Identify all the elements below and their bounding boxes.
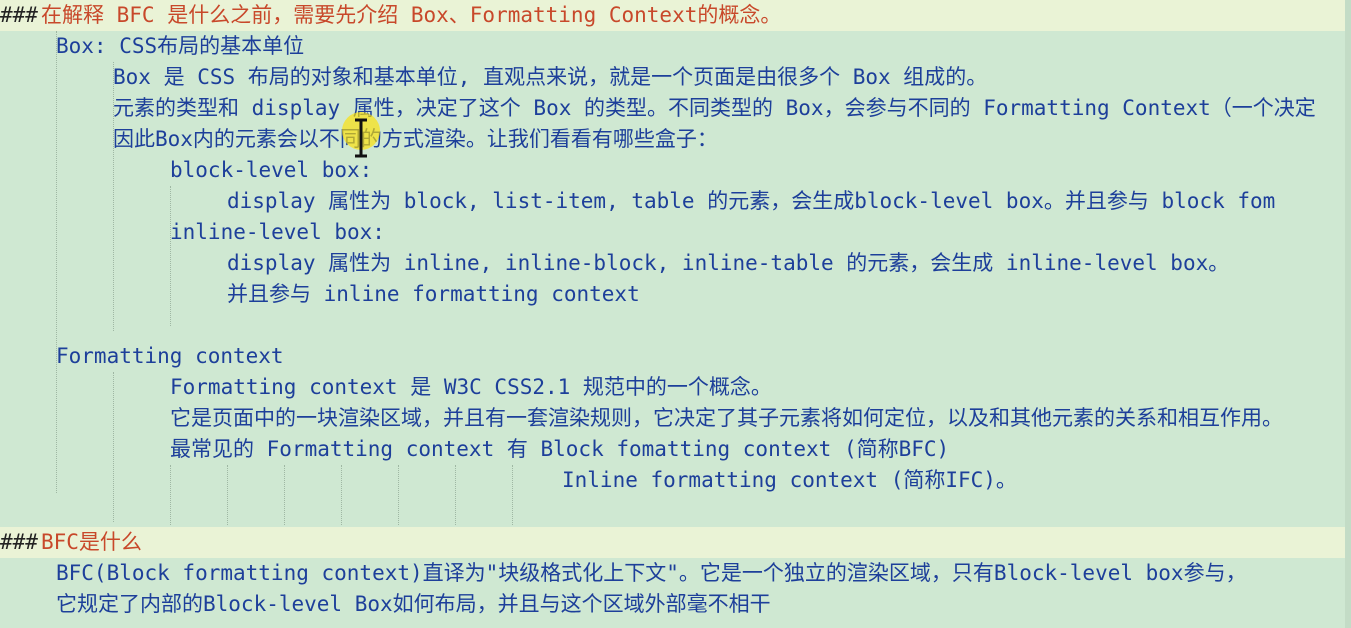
line-text: Inline formatting context (简称IFC)。 [562,468,1017,492]
line-text: display 属性为 block, list-item, table 的元素，… [227,189,1276,213]
text-line[interactable]: BFC(Block formatting context)直译为"块级格式化上下… [0,558,1351,589]
text-line[interactable]: Box 是 CSS 布局的对象和基本单位, 直观点来说，就是一个页面是由很多个 … [0,62,1351,93]
text-line[interactable]: 元素的类型和 display 属性，决定了这个 Box 的类型。不同类型的 Bo… [0,93,1351,124]
line-text: 因此Box内的元素会以不同的方式渲染。让我们看看有哪些盒子： [113,127,718,151]
line-text: inline-level box: [170,220,385,244]
line-text: 它是页面中的一块渲染区域，并且有一套渲染规则，它决定了其子元素将如何定位，以及和… [170,406,1283,430]
text-editor[interactable]: ### 在解释 BFC 是什么之前，需要先介绍 Box、Formatting Co… [0,0,1351,628]
text-line[interactable]: 并且参与 inline formatting context [0,279,1351,310]
text-line[interactable]: 因此Box内的元素会以不同的方式渲染。让我们看看有哪些盒子： [0,124,1351,155]
text-cursor-icon [355,118,367,158]
line-text: Box 是 CSS 布局的对象和基本单位, 直观点来说，就是一个页面是由很多个 … [113,65,988,89]
heading-line-1[interactable]: ### 在解释 BFC 是什么之前，需要先介绍 Box、Formatting Co… [0,0,1351,31]
line-text: display 属性为 inline, inline-block, inline… [227,251,1230,275]
line-text: 它规定了内部的Block-level Box如何布局，并且与这个区域外部毫不相干 [56,592,771,616]
line-text: 元素的类型和 display 属性，决定了这个 Box 的类型。不同类型的 Bo… [113,96,1316,120]
line-text: 最常见的 Formatting context 有 Block fomattin… [170,437,950,461]
line-text: 并且参与 inline formatting context [227,282,640,306]
line-text: Box: CSS布局的基本单位 [56,34,305,58]
text-line[interactable]: 最常见的 Formatting context 有 Block fomattin… [0,434,1351,465]
line-text: BFC(Block formatting context)直译为"块级格式化上下… [56,561,1247,585]
line-text: Formatting context [56,344,284,368]
text-line[interactable]: inline-level box: [0,217,1351,248]
line-text: Formatting context 是 W3C CSS2.1 规范中的一个概念… [170,375,772,399]
heading-text: 在解释 BFC 是什么之前，需要先介绍 Box、Formatting Conte… [41,3,782,27]
heading-text: BFC是什么 [41,530,142,554]
line-text: block-level box: [170,158,373,182]
heading-hash: ### [0,530,38,554]
vertical-scrollbar[interactable] [1345,0,1351,628]
text-line[interactable]: Box: CSS布局的基本单位 [0,31,1351,62]
text-line[interactable]: block-level box: [0,155,1351,186]
text-line[interactable]: Inline formatting context (简称IFC)。 [0,465,1351,496]
text-line[interactable]: 它规定了内部的Block-level Box如何布局，并且与这个区域外部毫不相干 [0,589,1351,620]
text-line[interactable]: display 属性为 inline, inline-block, inline… [0,248,1351,279]
text-line[interactable]: Formatting context 是 W3C CSS2.1 规范中的一个概念… [0,372,1351,403]
heading-line-2[interactable]: ### BFC是什么 [0,527,1351,558]
text-line[interactable]: display 属性为 block, list-item, table 的元素，… [0,186,1351,217]
text-line[interactable]: 它是页面中的一块渲染区域，并且有一套渲染规则，它决定了其子元素将如何定位，以及和… [0,403,1351,434]
heading-hash: ### [0,3,38,27]
text-line[interactable]: Formatting context [0,341,1351,372]
